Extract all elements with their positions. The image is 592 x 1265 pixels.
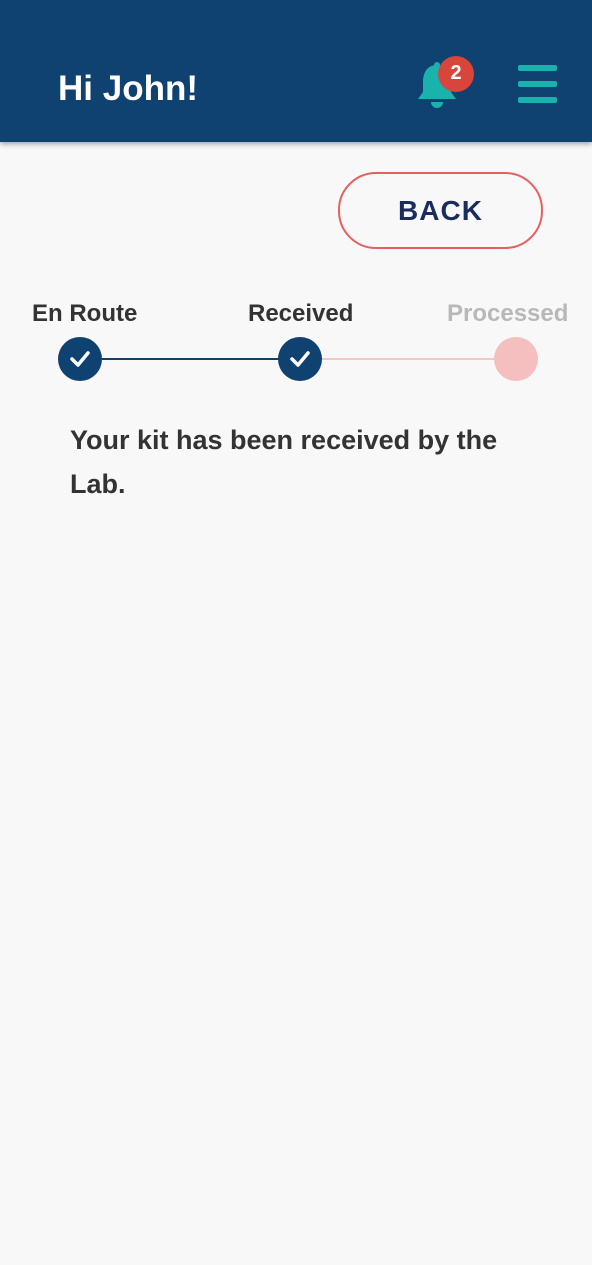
back-button[interactable]: BACK	[338, 172, 543, 249]
menu-button[interactable]	[514, 62, 560, 106]
progress-line-pending	[322, 358, 496, 360]
hamburger-menu-icon	[518, 65, 557, 71]
notification-count-badge: 2	[438, 56, 474, 92]
progress-line-complete	[102, 358, 280, 360]
app-header: Hi John! 2	[0, 0, 592, 142]
checkmark-icon	[70, 351, 90, 367]
step-label-processed: Processed	[447, 300, 569, 327]
notifications-button[interactable]: 2	[410, 56, 480, 116]
step-label-en-route: En Route	[32, 300, 138, 327]
step-dot-processed	[494, 337, 538, 381]
step-dot-en-route	[58, 337, 102, 381]
step-label-received: Received	[248, 300, 354, 327]
step-dot-received	[278, 337, 322, 381]
status-message: Your kit has been received by the Lab.	[70, 425, 498, 499]
app-screen: Hi John! 2 BACK En Route Received Proces…	[0, 0, 592, 1265]
greeting-title: Hi John!	[58, 69, 198, 108]
checkmark-icon	[290, 351, 310, 367]
